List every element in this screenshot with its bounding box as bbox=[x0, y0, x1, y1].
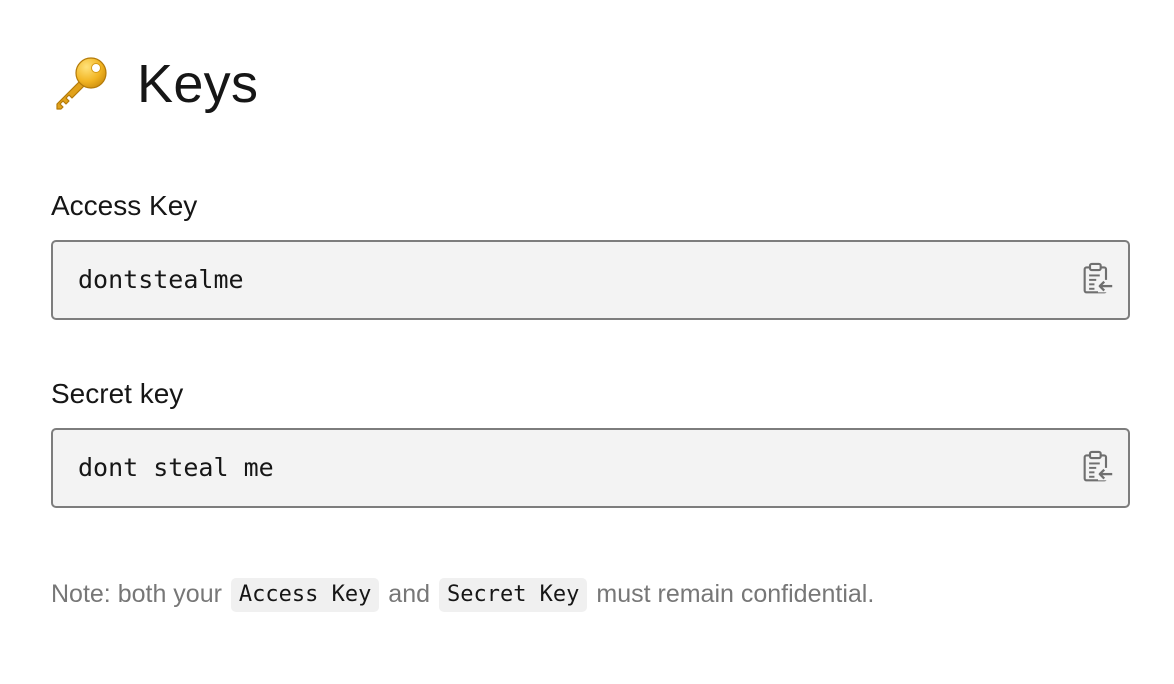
secret-key-code: Secret Key bbox=[438, 578, 588, 613]
note-prefix: Note: both your bbox=[51, 580, 222, 608]
secret-key-input[interactable] bbox=[78, 430, 1058, 506]
secret-key-field bbox=[51, 428, 1130, 508]
clipboard-paste-icon bbox=[1082, 262, 1114, 301]
note-middle: and bbox=[388, 580, 431, 608]
key-icon bbox=[51, 55, 109, 113]
access-key-label: Access Key bbox=[51, 190, 198, 221]
page-title: Keys bbox=[137, 54, 259, 114]
access-key-copy-button[interactable] bbox=[1080, 262, 1116, 300]
page-header: Keys bbox=[51, 52, 258, 116]
access-key-code: Access Key bbox=[230, 578, 380, 613]
access-key-input[interactable] bbox=[78, 242, 1058, 318]
secret-key-label: Secret key bbox=[51, 378, 184, 409]
note-suffix: must remain confidential. bbox=[596, 580, 875, 608]
secret-key-copy-button[interactable] bbox=[1080, 450, 1116, 488]
clipboard-paste-icon bbox=[1082, 450, 1114, 489]
access-key-field bbox=[51, 240, 1130, 320]
confidentiality-note: Note: both your Access Key and Secret Ke… bbox=[51, 576, 875, 613]
